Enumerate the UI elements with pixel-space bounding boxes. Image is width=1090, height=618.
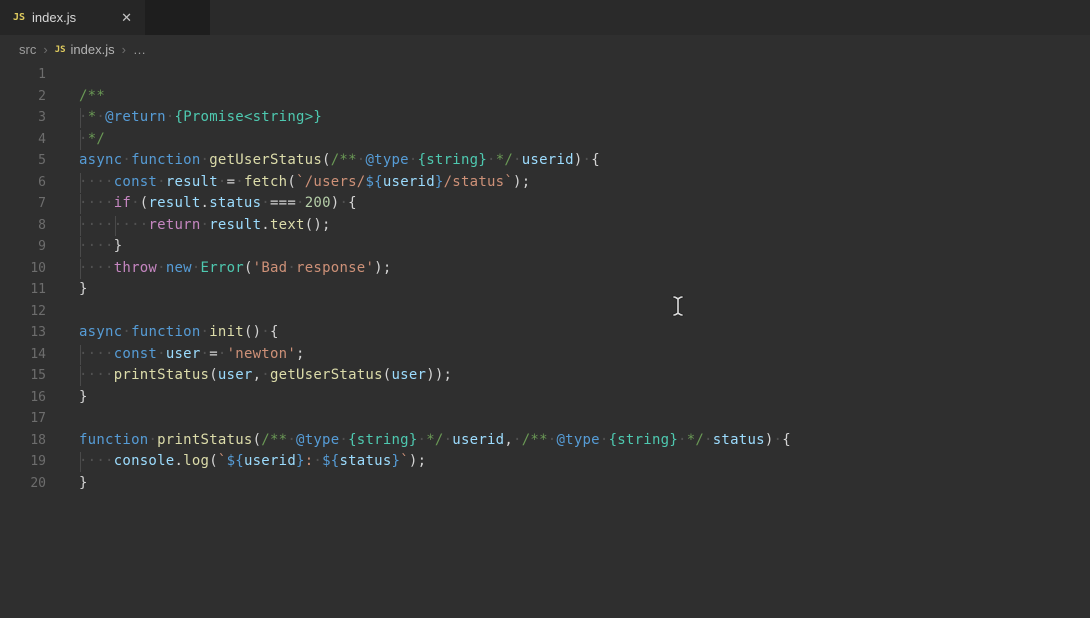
code-editor[interactable]: 12 /** 3 ·*·@return·{Promise<string>} 4 ·*/ 5 a… bbox=[0, 64, 1090, 494]
line-number[interactable]: 17 bbox=[0, 408, 46, 430]
line-number[interactable]: 9 bbox=[0, 236, 46, 258]
code-text: ····throw·new·Error('Bad·response'); bbox=[79, 258, 392, 280]
code-text: ····} bbox=[79, 236, 122, 258]
code-text: ········return·result.text(); bbox=[79, 215, 331, 237]
line-number[interactable]: 19 bbox=[0, 451, 46, 473]
line-number[interactable]: 3 bbox=[0, 107, 46, 129]
line-number[interactable]: 5 bbox=[0, 150, 46, 172]
code-line[interactable]: 2 /** bbox=[0, 86, 1090, 108]
breadcrumb-item-src[interactable]: src bbox=[19, 42, 36, 57]
line-number[interactable]: 4 bbox=[0, 129, 46, 151]
javascript-file-icon: JS bbox=[55, 45, 66, 55]
line-number[interactable]: 16 bbox=[0, 387, 46, 409]
breadcrumb-item-more[interactable]: … bbox=[133, 42, 146, 57]
line-number[interactable]: 11 bbox=[0, 279, 46, 301]
code-line[interactable]: 17 bbox=[0, 408, 1090, 430]
code-text: async·function·getUserStatus(/**·@type·{… bbox=[79, 150, 600, 172]
chevron-right-icon: › bbox=[43, 42, 47, 57]
line-number[interactable]: 12 bbox=[0, 301, 46, 323]
tab-index-js[interactable]: JS index.js ✕ bbox=[0, 0, 145, 35]
code-text: ·*/ bbox=[79, 129, 105, 151]
code-line[interactable]: 16} bbox=[0, 387, 1090, 409]
code-text: } bbox=[79, 387, 88, 409]
line-number[interactable]: 20 bbox=[0, 473, 46, 495]
code-line[interactable]: 14 ····const·user·=·'newton'; bbox=[0, 344, 1090, 366]
line-number[interactable]: 18 bbox=[0, 430, 46, 452]
code-line[interactable]: 5 async·function·getUserStatus(/**·@type·… bbox=[0, 150, 1090, 172]
code-text: ····printStatus(user,·getUserStatus(user… bbox=[79, 365, 452, 387]
line-number[interactable]: 10 bbox=[0, 258, 46, 280]
tab-bar: JS index.js ✕ bbox=[0, 0, 1090, 35]
code-line[interactable]: 1 bbox=[0, 64, 1090, 86]
code-text: /** bbox=[79, 86, 105, 108]
code-line[interactable]: 6 ····const·result·=·fetch(`/users/${user… bbox=[0, 172, 1090, 194]
code-line[interactable]: 4 ·*/ bbox=[0, 129, 1090, 151]
close-tab-icon[interactable]: ✕ bbox=[118, 9, 135, 26]
code-line[interactable]: 10 ····throw·new·Error('Bad·response'); bbox=[0, 258, 1090, 280]
line-number[interactable]: 13 bbox=[0, 322, 46, 344]
code-line[interactable]: 19 ····console.log(`${userid}:·${status}`… bbox=[0, 451, 1090, 473]
code-line[interactable]: 20} bbox=[0, 473, 1090, 495]
line-number[interactable]: 8 bbox=[0, 215, 46, 237]
line-number[interactable]: 1 bbox=[0, 64, 46, 86]
breadcrumb-item-file[interactable]: index.js bbox=[71, 42, 115, 57]
code-line[interactable]: 18 function·printStatus(/**·@type·{string… bbox=[0, 430, 1090, 452]
tab-bar-gap bbox=[145, 0, 210, 35]
code-text: async·function·init()·{ bbox=[79, 322, 279, 344]
editor-lines: 12 /** 3 ·*·@return·{Promise<string>} 4 ·*/ 5 a… bbox=[0, 64, 1090, 494]
code-text: function·printStatus(/**·@type·{string}·… bbox=[79, 430, 791, 452]
code-text: ····const·user·=·'newton'; bbox=[79, 344, 305, 366]
code-line[interactable]: 15 ····printStatus(user,·getUserStatus(us… bbox=[0, 365, 1090, 387]
code-line[interactable]: 3 ·*·@return·{Promise<string>} bbox=[0, 107, 1090, 129]
code-line[interactable]: 9 ····} bbox=[0, 236, 1090, 258]
line-number[interactable]: 7 bbox=[0, 193, 46, 215]
code-text: ····const·result·=·fetch(`/users/${useri… bbox=[79, 172, 530, 194]
code-line[interactable]: 8 ········return·result.text(); bbox=[0, 215, 1090, 237]
breadcrumb: src › JS index.js › … bbox=[0, 35, 1090, 64]
vscode-window: { "tab_bar": { "tabs": [ { "icon": "JS",… bbox=[0, 0, 1090, 618]
code-line[interactable]: 11} bbox=[0, 279, 1090, 301]
chevron-right-icon: › bbox=[122, 42, 126, 57]
code-text: } bbox=[79, 279, 88, 301]
code-text: ····if·(result.status·===·200)·{ bbox=[79, 193, 357, 215]
line-number[interactable]: 2 bbox=[0, 86, 46, 108]
line-number[interactable]: 6 bbox=[0, 172, 46, 194]
code-line[interactable]: 13 async·function·init()·{ bbox=[0, 322, 1090, 344]
line-number[interactable]: 14 bbox=[0, 344, 46, 366]
code-line[interactable]: 7 ····if·(result.status·===·200)·{ bbox=[0, 193, 1090, 215]
javascript-file-icon: JS bbox=[13, 12, 25, 23]
code-text: ····console.log(`${userid}:·${status}`); bbox=[79, 451, 426, 473]
tab-label: index.js bbox=[32, 10, 76, 25]
code-line[interactable]: 12 bbox=[0, 301, 1090, 323]
line-number[interactable]: 15 bbox=[0, 365, 46, 387]
code-text: ·*·@return·{Promise<string>} bbox=[79, 107, 322, 129]
code-text: } bbox=[79, 473, 88, 495]
